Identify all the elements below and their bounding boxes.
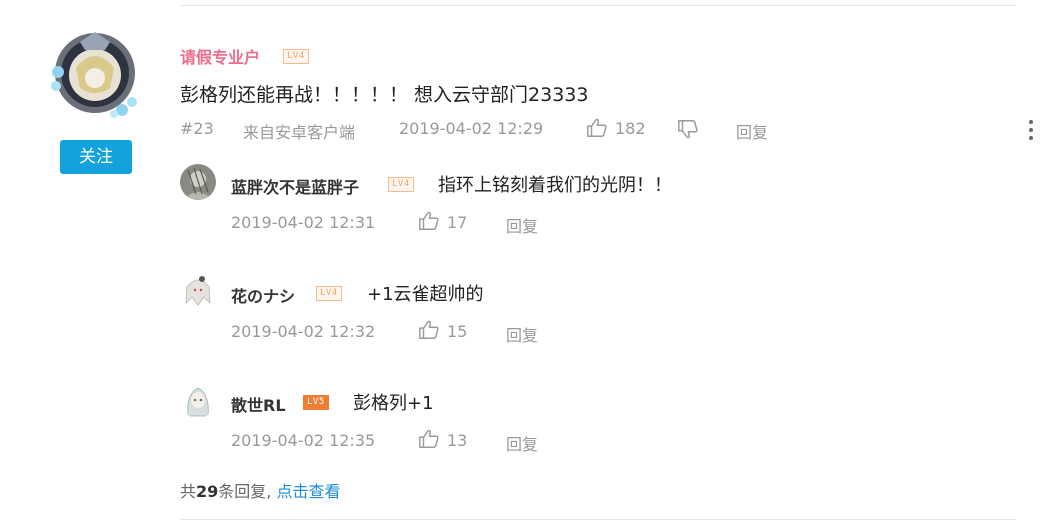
reply-reply-button[interactable]: 回复 [506,213,538,237]
post-floor: #23 [180,119,214,138]
reply-content: 指环上铭刻着我们的光阴！！ [438,175,672,196]
reply-count-summary: 共29条回复, 点击查看 [180,478,340,502]
reply-like-count: 15 [447,322,468,341]
reply-count-number: 29 [196,482,219,501]
reply-like-count: 13 [447,431,468,450]
reply-time: 2019-04-02 12:32 [231,322,376,341]
post-content: 彭格列还能再战！！！！！ 想入云守部门23333 [180,84,589,106]
reply-content: 彭格列+1 [353,393,434,414]
reply-content: +1云雀超帅的 [367,284,484,305]
more-vertical-icon[interactable] [1028,119,1034,141]
post-reply-button[interactable]: 回复 [736,119,768,143]
post-time: 2019-04-02 12:29 [399,119,544,138]
post-like-count: 182 [615,119,646,138]
bottom-divider [180,519,1016,520]
reply-level-badge: LV4 [316,286,342,301]
reply-like-count: 17 [447,213,468,232]
reply-username[interactable]: 花のナシ [231,283,295,307]
reply-count-suffix: 条回复, [218,482,272,501]
top-divider [180,5,1016,6]
author-avatar[interactable] [50,28,140,118]
reply-reply-button[interactable]: 回复 [506,322,538,346]
reply-avatar[interactable] [180,273,216,309]
thumbs-up-icon[interactable] [418,210,440,232]
author-level-badge: LV4 [283,49,309,64]
thumbs-up-icon[interactable] [586,117,608,139]
post-source: 来自安卓客户端 [243,123,356,142]
thumbs-up-icon[interactable] [418,428,440,450]
author-username[interactable]: 请假专业户 [180,44,260,68]
reply-username[interactable]: 蓝胖次不是蓝胖子 [231,174,359,198]
reply-username[interactable]: 散世RL [231,392,286,416]
thumbs-down-icon[interactable] [677,118,699,140]
follow-button[interactable]: 关注 [60,140,132,174]
reply-avatar[interactable] [180,164,216,200]
view-all-replies-link[interactable]: 点击查看 [276,482,340,501]
reply-reply-button[interactable]: 回复 [506,431,538,455]
thumbs-up-icon[interactable] [418,319,440,341]
reply-time: 2019-04-02 12:35 [231,431,376,450]
reply-count-prefix: 共 [180,482,197,501]
reply-level-badge: LV5 [303,395,329,410]
reply-time: 2019-04-02 12:31 [231,213,376,232]
reply-avatar[interactable] [180,382,216,418]
reply-level-badge: LV4 [388,177,414,192]
